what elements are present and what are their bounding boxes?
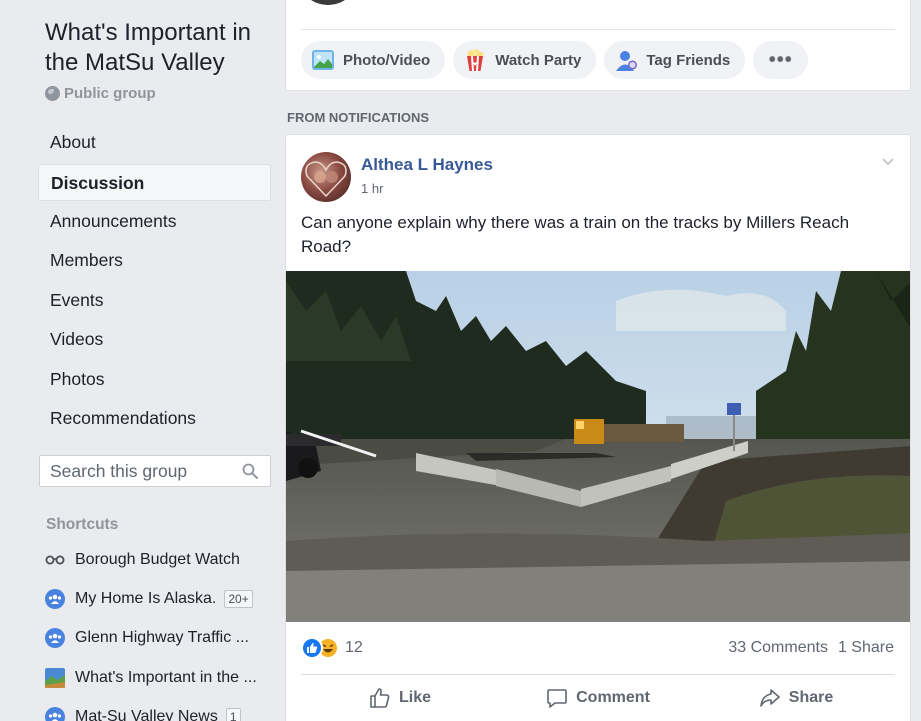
tag-friends-icon	[616, 51, 638, 71]
group-icon	[45, 628, 65, 649]
nav-item-recommendations[interactable]: Recommendations	[38, 399, 271, 439]
shortcut-label: Borough Budget Watch	[75, 550, 240, 568]
share-label: Share	[788, 689, 834, 706]
shortcut-label: Glenn Highway Traffic ...	[75, 629, 249, 647]
shortcut-label: What's Important in the ...	[75, 668, 257, 686]
reactions-summary[interactable]: 12	[301, 637, 363, 659]
nav-item-events[interactable]: Events	[38, 281, 271, 321]
tag-friends-label: Tag Friends	[646, 51, 731, 69]
shortcut-label: My Home Is Alaska.	[75, 590, 217, 608]
comments-count[interactable]: 33 Comments	[728, 639, 828, 657]
chevron-down-icon[interactable]	[880, 153, 896, 169]
post-photo[interactable]	[286, 271, 911, 622]
group-icon	[45, 589, 65, 610]
popcorn-icon	[467, 49, 484, 72]
search-input[interactable]	[40, 456, 230, 486]
post-text: Can anyone explain why there was a train…	[301, 213, 850, 256]
like-button[interactable]: Like	[301, 680, 499, 716]
shortcut-label: Mat-Su Valley News	[75, 708, 218, 721]
composer-actions: Photo/Video Watch Party Tag Friends •••	[301, 41, 809, 79]
shortcut-item[interactable]: What's Important in the ...	[45, 658, 270, 697]
share-button[interactable]: Share	[697, 680, 895, 716]
like-label: Like	[398, 689, 431, 706]
tag-friends-button[interactable]: Tag Friends	[604, 41, 746, 79]
reaction-count: 12	[345, 639, 363, 656]
shortcuts-list: Borough Budget Watch My Home Is Alaska. …	[45, 540, 270, 721]
like-reaction-icon	[301, 637, 323, 659]
group-search	[39, 455, 271, 487]
shortcuts-title: Shortcuts	[46, 516, 119, 533]
more-icon: •••	[768, 48, 793, 71]
glasses-icon	[45, 550, 65, 570]
notification-badge: 20+	[224, 590, 253, 609]
group-privacy: Public group	[45, 85, 156, 102]
group-title[interactable]: What's Important in the MatSu Valley	[45, 18, 275, 78]
post-author[interactable]: Althea L Haynes	[361, 155, 493, 175]
nav-item-about[interactable]: About	[38, 123, 271, 163]
nav-item-photos[interactable]: Photos	[38, 360, 271, 400]
comment-button[interactable]: Comment	[499, 680, 697, 716]
group-icon	[45, 707, 65, 721]
feed-post: Althea L Haynes 1 hr Can anyone explain …	[285, 134, 911, 721]
post-composer: Photo/Video Watch Party Tag Friends •••	[285, 0, 911, 91]
shares-count[interactable]: 1 Share	[838, 639, 894, 657]
left-sidebar: What's Important in the MatSu Valley Pub…	[0, 0, 285, 721]
group-privacy-label: Public group	[64, 85, 156, 102]
post-stats: 33 Comments 1 Share	[728, 639, 894, 657]
group-nav: About Discussion Announcements Members E…	[38, 123, 271, 439]
author-avatar[interactable]	[301, 152, 351, 202]
shortcut-item[interactable]: Mat-Su Valley News 1	[45, 698, 270, 721]
comment-label: Comment	[576, 689, 650, 706]
nav-item-members[interactable]: Members	[38, 241, 271, 281]
shortcut-item[interactable]: Borough Budget Watch	[45, 540, 270, 579]
comment-icon	[547, 689, 567, 708]
thumbs-up-icon	[370, 688, 390, 708]
photo-video-label: Photo/Video	[343, 51, 431, 69]
globe-icon	[45, 86, 60, 101]
post-timestamp[interactable]: 1 hr	[361, 181, 383, 196]
photo-video-button[interactable]: Photo/Video	[301, 41, 446, 79]
notification-badge: 1	[225, 708, 241, 721]
shortcut-item[interactable]: My Home Is Alaska. 20+	[45, 579, 270, 618]
search-icon[interactable]	[242, 463, 258, 479]
watch-party-label: Watch Party	[495, 51, 582, 69]
divider	[301, 674, 895, 675]
nav-item-videos[interactable]: Videos	[38, 320, 271, 360]
section-label: FROM NOTIFICATIONS	[287, 110, 430, 125]
more-options-button[interactable]: •••	[753, 41, 809, 79]
photo-icon	[312, 50, 334, 70]
shortcut-item[interactable]: Glenn Highway Traffic ...	[45, 619, 270, 658]
share-icon	[759, 689, 780, 707]
avatar	[306, 0, 350, 5]
group-photo-icon	[45, 667, 65, 688]
divider	[301, 29, 895, 30]
watch-party-button[interactable]: Watch Party	[453, 41, 597, 79]
nav-item-discussion[interactable]: Discussion	[38, 163, 271, 201]
nav-item-announcements[interactable]: Announcements	[38, 202, 271, 242]
post-action-bar: Like Comment Share	[301, 680, 895, 716]
